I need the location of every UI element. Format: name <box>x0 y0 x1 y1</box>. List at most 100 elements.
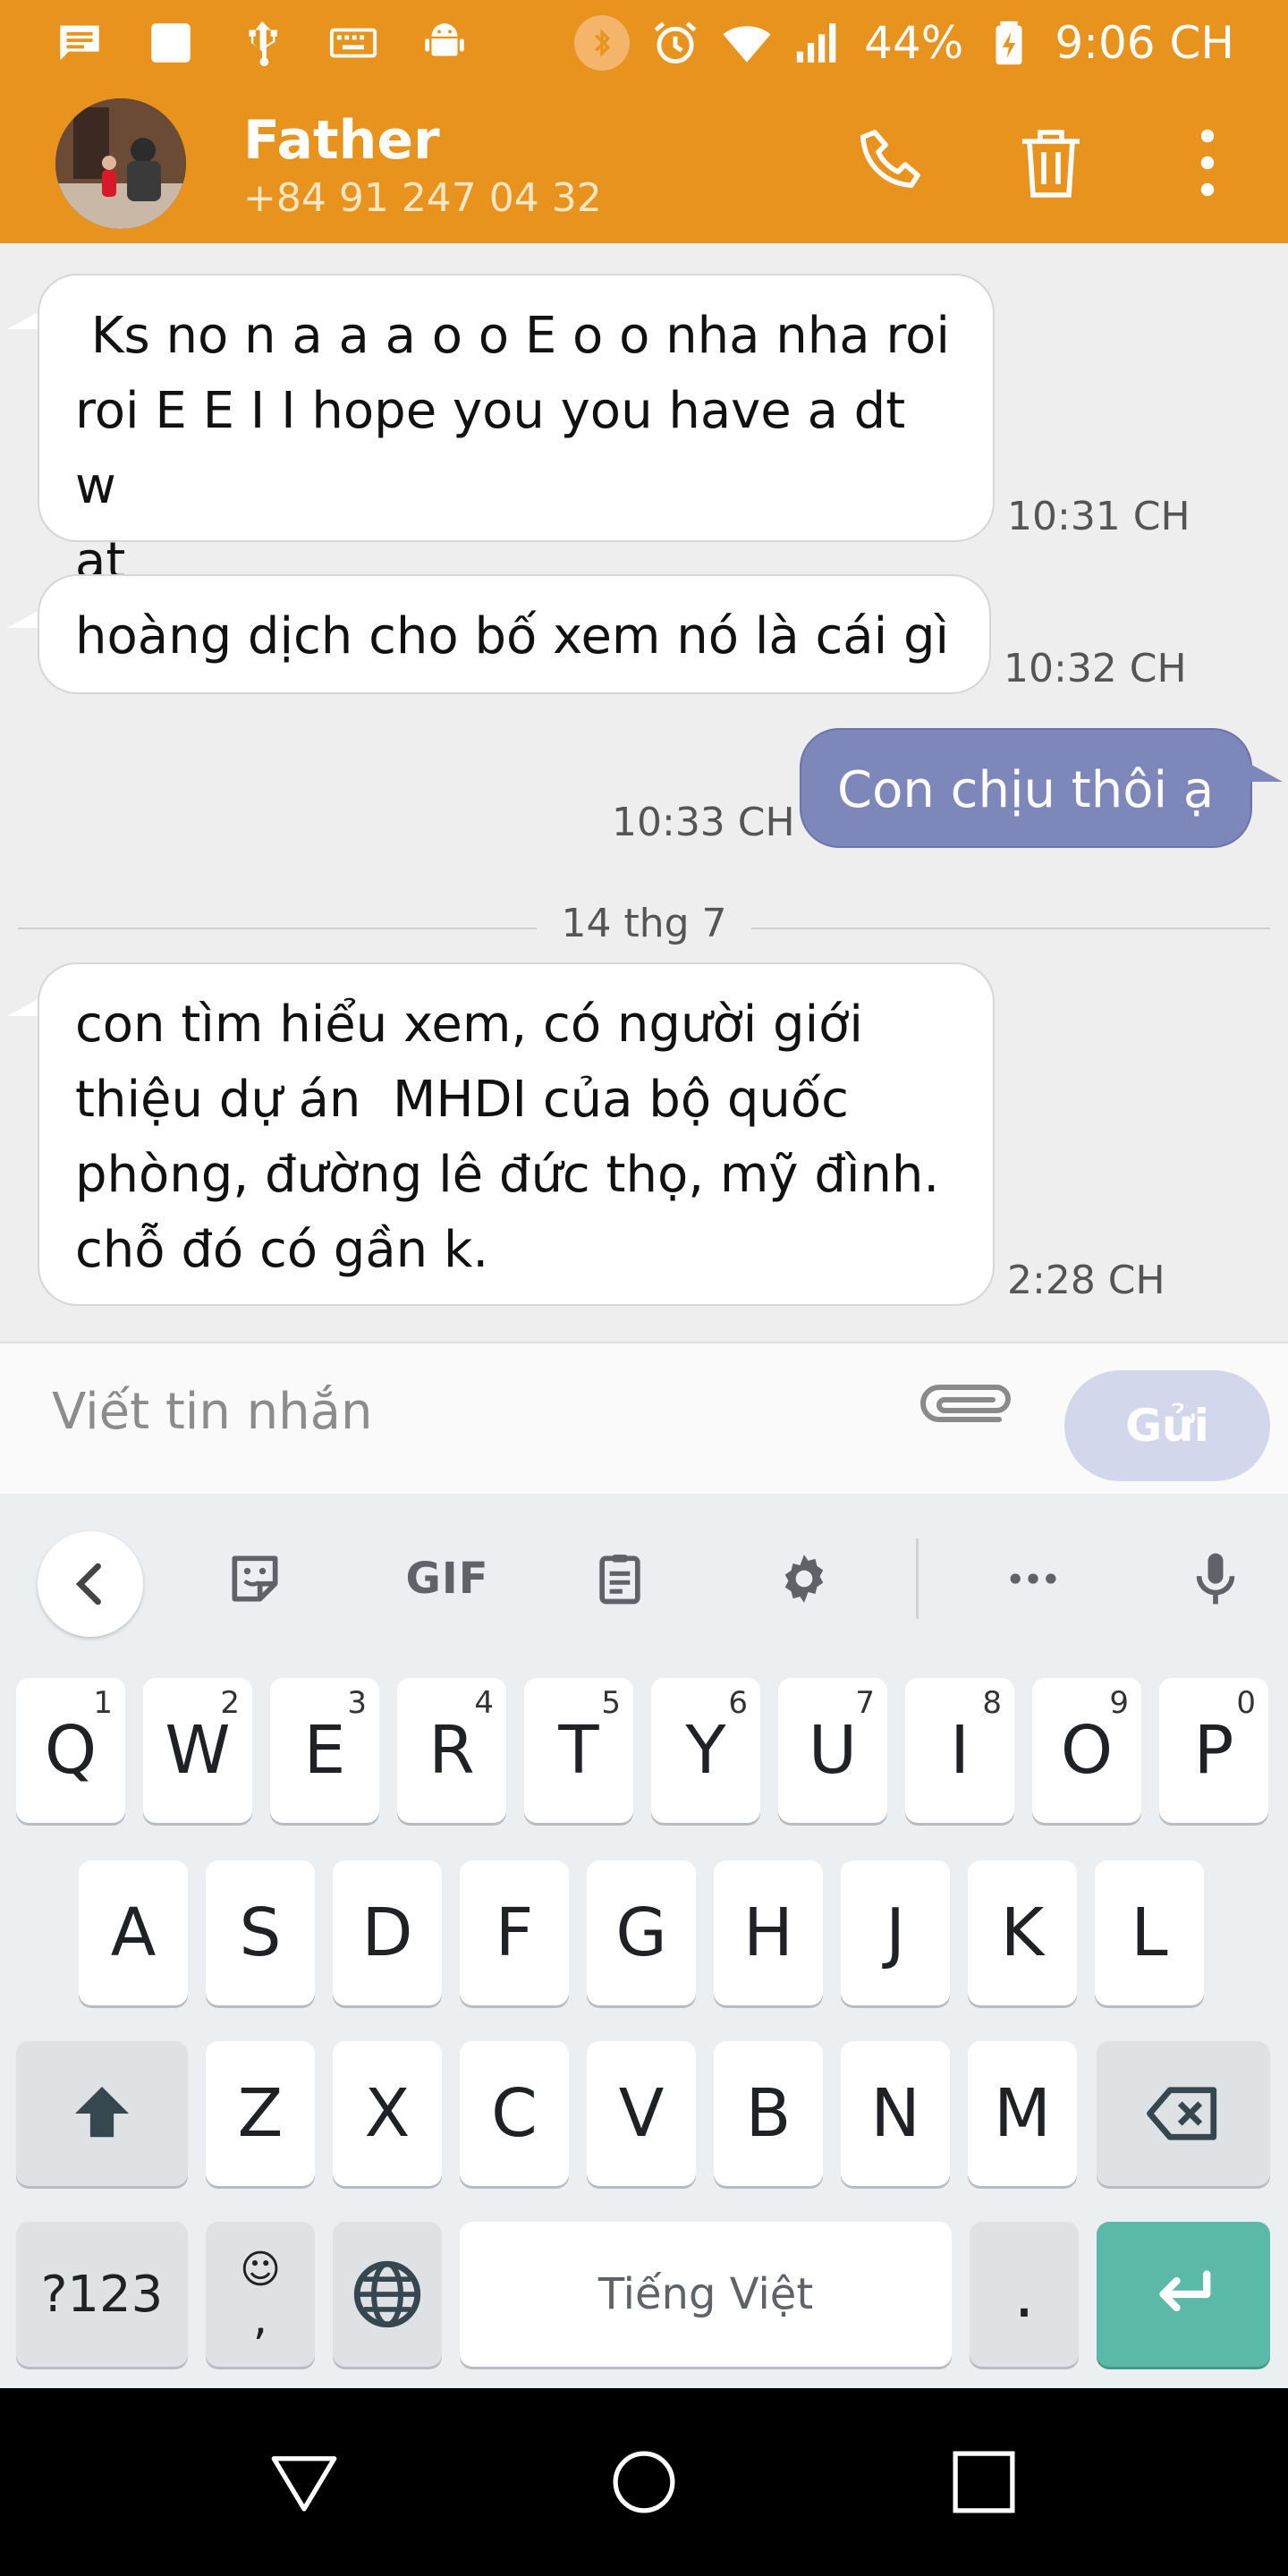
gif-button[interactable]: GIF <box>385 1530 510 1628</box>
delete-button[interactable] <box>1006 118 1096 208</box>
key-e[interactable]: E3 <box>270 1678 379 1823</box>
key-h[interactable]: H <box>714 1860 823 2005</box>
clipboard-icon <box>599 1555 640 1605</box>
status-bar-left <box>54 0 470 86</box>
message-icon <box>54 17 106 69</box>
message-bubble-incoming[interactable]: con tìm hiểu xem, có người giới thiệu dự… <box>38 962 995 1306</box>
key-c[interactable]: C <box>460 2041 569 2186</box>
bluetooth-icon <box>574 15 631 71</box>
status-bar: 44% 9:06 CH <box>0 0 1288 86</box>
key-u[interactable]: U7 <box>778 1678 887 1823</box>
more-vert-icon <box>1200 129 1215 197</box>
message-time: 2:28 CH <box>1007 1258 1165 1303</box>
message-line: hoàng dịch cho bố xem nó là cái gì <box>75 607 950 665</box>
enter-key[interactable] <box>1097 2222 1270 2367</box>
keyboard-back-button[interactable] <box>38 1531 143 1637</box>
globe-icon <box>353 2260 421 2328</box>
message-line: con tìm hiểu xem, có người giới <box>75 996 863 1054</box>
key-d[interactable]: D <box>333 1860 442 2005</box>
back-triangle-icon <box>271 2456 337 2512</box>
message-line: thiệu dự án MHDI của bộ quốc <box>75 1071 849 1129</box>
voice-input-button[interactable] <box>1166 1530 1265 1628</box>
emoji-comma-key[interactable]: ☺ , <box>206 2222 315 2367</box>
message-line: Con chịu thôi ạ <box>837 761 1215 819</box>
key-p[interactable]: P0 <box>1159 1678 1268 1823</box>
microphone-icon <box>1196 1553 1235 1605</box>
enter-arrow-icon <box>1159 2270 1211 2312</box>
message-input[interactable]: Viết tin nhắn <box>52 1383 372 1441</box>
settings-gear-icon <box>784 1555 824 1603</box>
key-w[interactable]: W2 <box>143 1678 252 1823</box>
alarm-icon <box>649 17 701 69</box>
backspace-icon <box>1147 2087 1217 2140</box>
key-v[interactable]: V <box>587 2041 696 2186</box>
key-z[interactable]: Z <box>206 2041 315 2186</box>
message-composer: Viết tin nhắn Gửi <box>0 1342 1288 1494</box>
phone-icon <box>860 130 920 188</box>
key-s[interactable]: S <box>206 1860 315 2005</box>
comma-label: , <box>252 2292 268 2345</box>
period-key[interactable]: . <box>970 2222 1079 2367</box>
date-separator: 14 thg 7 <box>18 901 1270 954</box>
date-label: 14 thg 7 <box>561 901 727 946</box>
key-j[interactable]: J <box>841 1860 950 2005</box>
message-line: Ks no n a a a o o E o o nha nha roi <box>75 307 950 365</box>
send-button[interactable]: Gửi <box>1064 1370 1270 1481</box>
key-k[interactable]: K <box>968 1860 1077 2005</box>
message-list[interactable]: Ks no n a a a o o E o o nha nha roi roi … <box>0 243 1288 1342</box>
sticker-button[interactable] <box>206 1530 304 1628</box>
message-bubble-incoming[interactable]: Ks no n a a a o o E o o nha nha roi roi … <box>38 274 995 590</box>
more-tools-button[interactable] <box>984 1530 1082 1628</box>
battery-icon <box>983 17 1035 69</box>
nav-home-button[interactable] <box>595 2433 693 2531</box>
avatar[interactable] <box>55 98 186 229</box>
key-y[interactable]: Y6 <box>651 1678 760 1823</box>
key-r[interactable]: R4 <box>397 1678 506 1823</box>
key-t[interactable]: T5 <box>524 1678 633 1823</box>
nav-back-button[interactable] <box>255 2433 353 2531</box>
key-m[interactable]: M <box>968 2041 1077 2186</box>
message-line: phòng, đường lê đức thọ, mỹ đình. <box>75 1146 940 1204</box>
message-time: 10:32 CH <box>1004 646 1187 691</box>
bubble-tail <box>1247 762 1283 782</box>
status-bar-right: 44% 9:06 CH <box>574 0 1234 86</box>
message-bubble-incoming[interactable]: hoàng dịch cho bố xem nó là cái gì <box>38 574 991 694</box>
clipboard-button[interactable] <box>571 1530 669 1628</box>
keyboard-settings-button[interactable] <box>755 1530 853 1628</box>
symbols-key[interactable]: ?123 <box>16 2222 188 2367</box>
key-a[interactable]: A <box>79 1860 188 2005</box>
key-x[interactable]: X <box>333 2041 442 2186</box>
backspace-key[interactable] <box>1097 2041 1270 2186</box>
call-button[interactable] <box>850 118 939 208</box>
recents-square-icon <box>953 2451 1015 2513</box>
shift-arrow-icon <box>75 2087 129 2138</box>
space-key[interactable]: Tiếng Việt <box>460 2222 952 2367</box>
back-chevron-icon <box>75 1563 101 1606</box>
system-nav-bar <box>0 2388 1288 2576</box>
trash-icon <box>1022 130 1080 198</box>
more-horiz-icon <box>1010 1573 1056 1584</box>
key-g[interactable]: G <box>587 1860 696 2005</box>
key-q[interactable]: Q1 <box>16 1678 125 1823</box>
status-time: 9:06 CH <box>1055 17 1234 69</box>
emoji-smiley-icon: ☺ <box>240 2247 281 2292</box>
key-l[interactable]: L <box>1095 1860 1204 2005</box>
key-f[interactable]: F <box>460 1860 569 2005</box>
paperclip-icon <box>920 1385 1011 1422</box>
square-icon <box>145 17 197 69</box>
key-n[interactable]: N <box>841 2041 950 2186</box>
more-options-button[interactable] <box>1163 118 1252 208</box>
usb-icon <box>236 17 288 69</box>
sticker-icon <box>232 1555 278 1602</box>
message-bubble-outgoing[interactable]: Con chịu thôi ạ <box>800 728 1252 848</box>
shift-key[interactable] <box>16 2041 188 2186</box>
language-key[interactable] <box>333 2222 442 2367</box>
attach-button[interactable] <box>914 1379 1021 1460</box>
conversation-header: Father +84 91 247 04 32 <box>0 86 1288 243</box>
contact-name: Father <box>243 109 440 172</box>
key-i[interactable]: I8 <box>905 1678 1014 1823</box>
android-icon <box>419 17 470 69</box>
nav-recents-button[interactable] <box>935 2433 1033 2531</box>
key-o[interactable]: O9 <box>1032 1678 1141 1823</box>
key-b[interactable]: B <box>714 2041 823 2186</box>
